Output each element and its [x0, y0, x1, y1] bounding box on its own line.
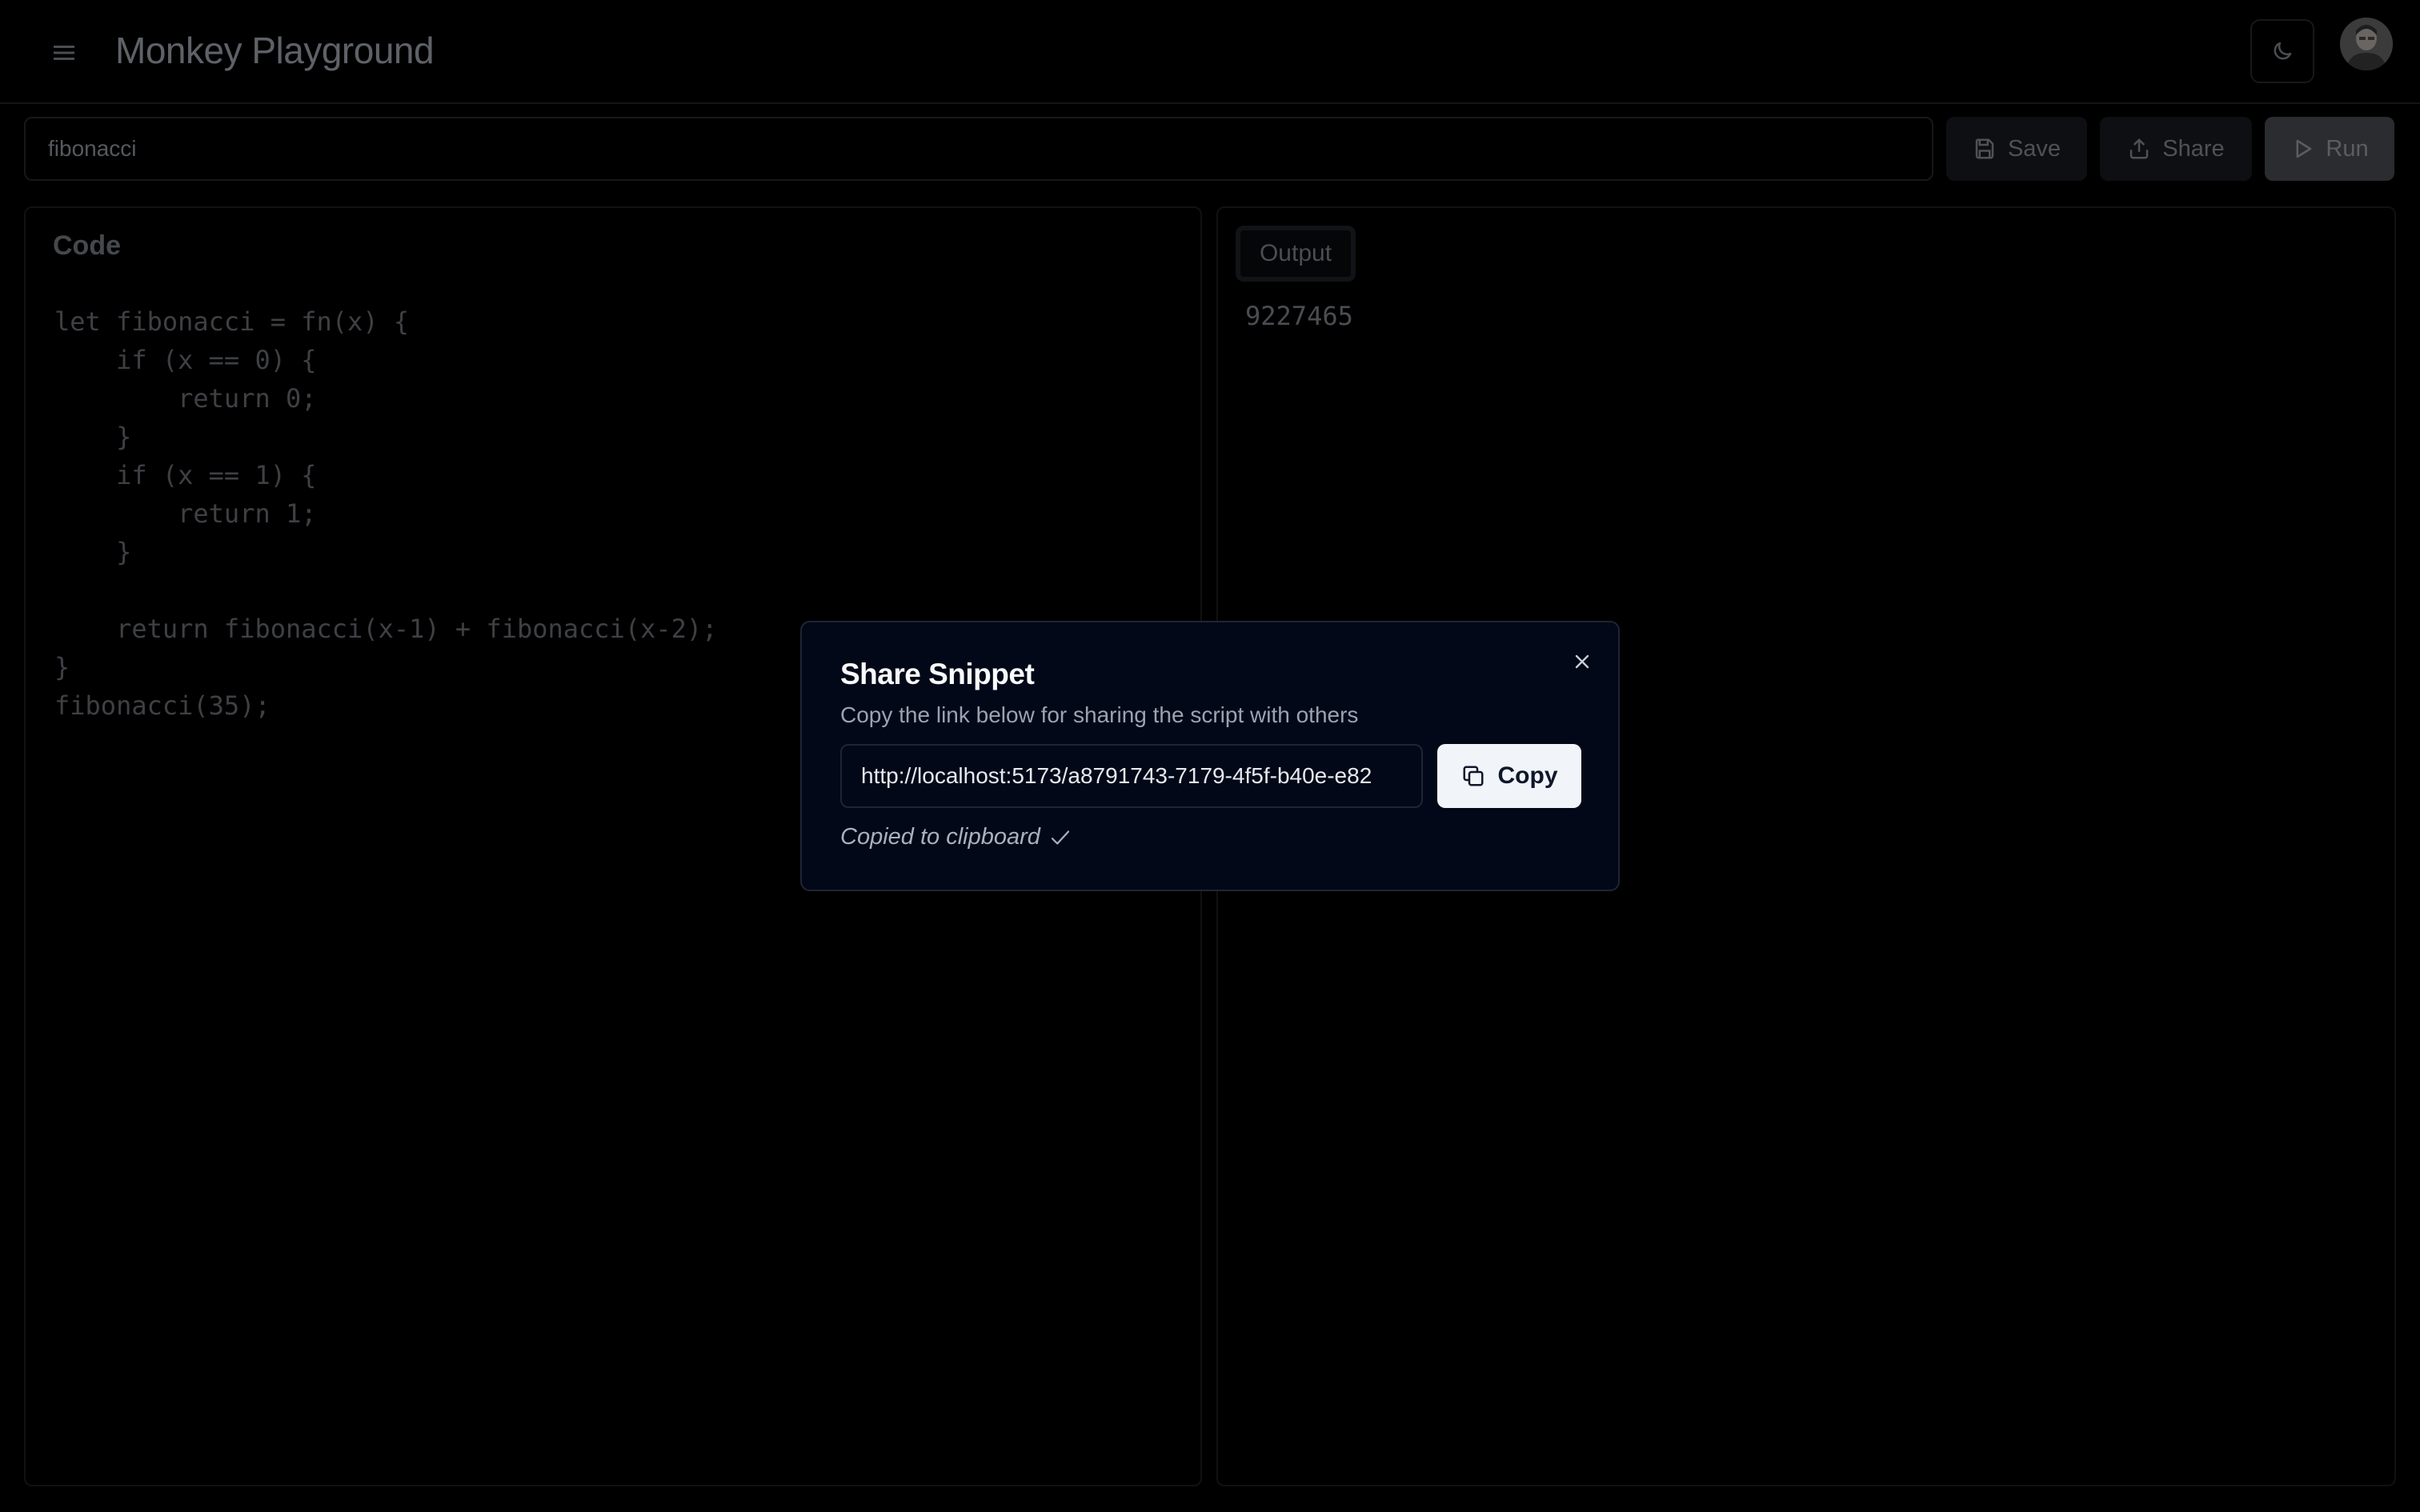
close-icon[interactable]	[1569, 648, 1596, 675]
save-button[interactable]: Save	[1946, 117, 2087, 181]
code-line: }	[54, 652, 70, 682]
code-line: return 0;	[54, 383, 317, 414]
code-editor[interactable]: let fibonacci = fn(x) { if (x == 0) { re…	[54, 302, 717, 725]
avatar[interactable]	[2340, 18, 2393, 70]
output-value: 9227465	[1245, 301, 1353, 331]
dialog-title: Share Snippet	[840, 658, 1035, 690]
share-button[interactable]: Share	[2100, 117, 2252, 181]
top-bar: Monkey Playground	[0, 0, 2420, 104]
code-line: fibonacci(35);	[54, 690, 270, 721]
dialog-description: Copy the link below for sharing the scri…	[840, 702, 1359, 727]
save-icon	[1975, 138, 1994, 159]
code-line: if (x == 0) {	[54, 345, 317, 375]
copied-status: Copied to clipboard	[840, 824, 1072, 850]
code-line: return 1;	[54, 498, 317, 529]
code-line: }	[54, 422, 132, 452]
copy-button[interactable]: Copy	[1437, 744, 1581, 808]
play-icon	[2296, 139, 2312, 158]
code-panel-title: Code	[53, 230, 121, 261]
code-line: return fibonacci(x-1) + fibonacci(x-2);	[54, 614, 718, 644]
code-line: let fibonacci = fn(x) {	[54, 306, 410, 337]
theme-toggle-button[interactable]	[2250, 19, 2314, 83]
tab-output[interactable]: Output	[1236, 226, 1356, 282]
save-label: Save	[2007, 135, 2061, 162]
app-title: Monkey Playground	[115, 30, 435, 71]
run-button[interactable]: Run	[2265, 117, 2394, 181]
snippet-name-input[interactable]	[24, 117, 1933, 181]
share-label: Share	[2162, 135, 2225, 162]
code-line: }	[54, 537, 132, 567]
hamburger-menu-icon[interactable]	[50, 38, 78, 67]
share-link-input[interactable]	[840, 744, 1423, 808]
copy-icon	[1463, 766, 1483, 786]
moon-icon	[2274, 42, 2292, 60]
toolbar: Save Share Run	[0, 117, 2420, 181]
check-icon	[1051, 830, 1070, 845]
share-snippet-dialog: Share Snippet Copy the link below for sh…	[800, 621, 1620, 891]
copied-message: Copied to clipboard	[840, 824, 1040, 850]
share-icon	[2130, 138, 2149, 159]
copy-label: Copy	[1497, 762, 1558, 789]
code-line: if (x == 1) {	[54, 460, 317, 490]
run-label: Run	[2326, 135, 2369, 162]
